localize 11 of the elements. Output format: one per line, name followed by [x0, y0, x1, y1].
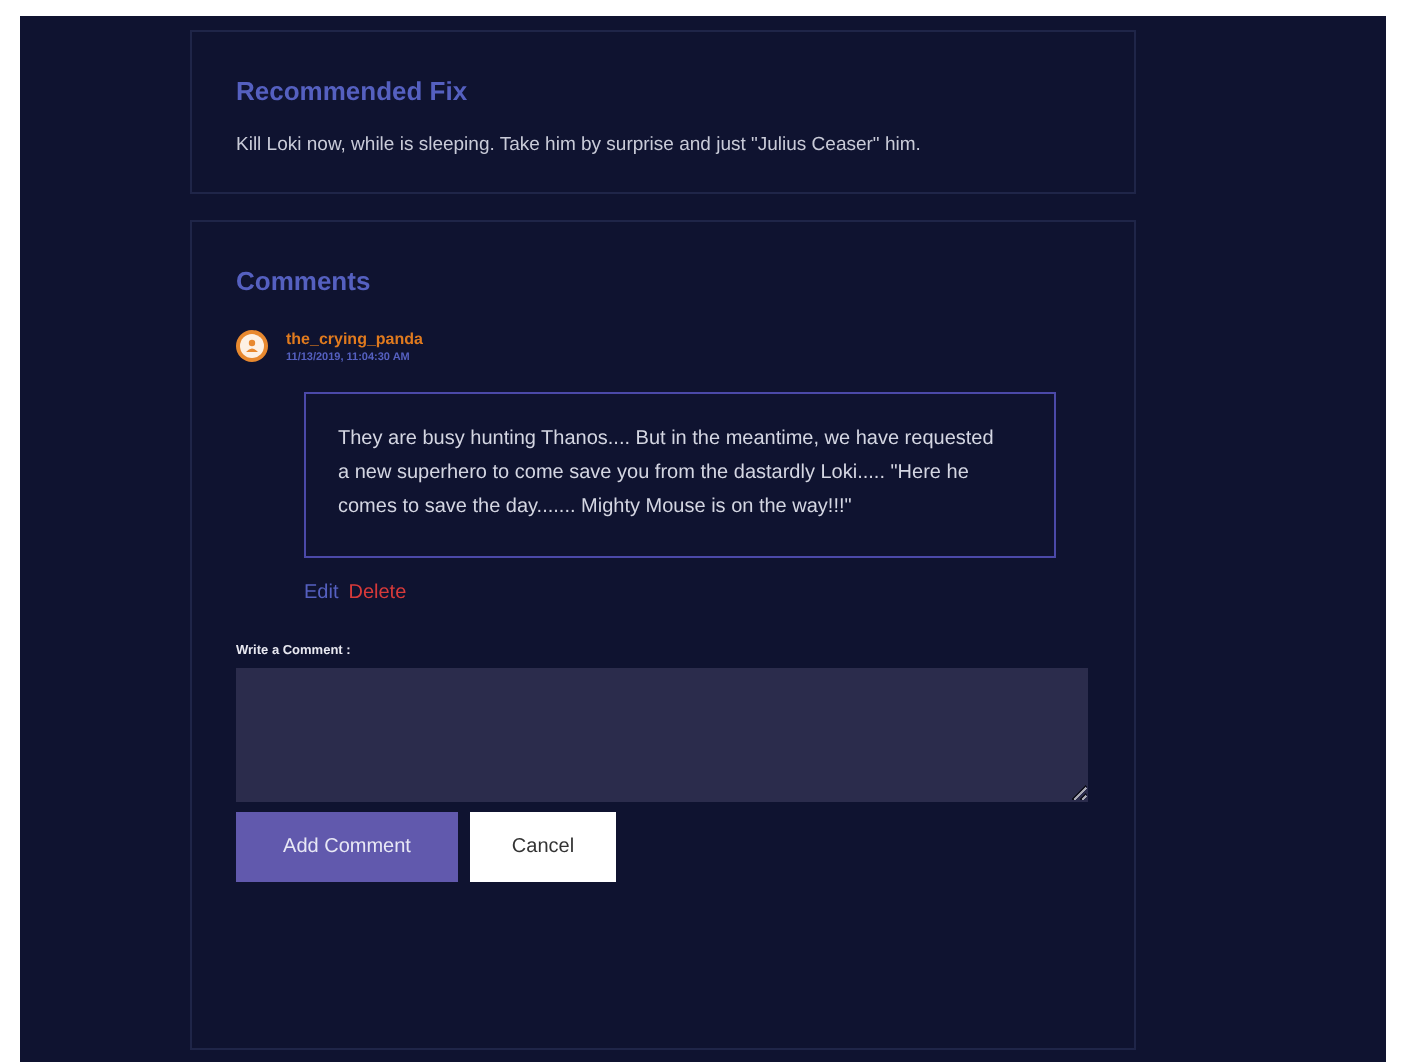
- section-title: Comments: [236, 266, 373, 296]
- delete-link[interactable]: Delete: [348, 582, 407, 604]
- add-comment-button[interactable]: Add Comment: [236, 812, 458, 882]
- comment-field[interactable]: [236, 668, 1088, 802]
- cancel-button[interactable]: Cancel: [470, 812, 616, 882]
- comment-author: the_crying_panda: [286, 330, 423, 348]
- avatar-icon: [236, 330, 268, 362]
- section-title: Recommended Fix: [236, 76, 470, 106]
- comment-text: They are busy hunting Thanos.... But in the meantime, we have requested a new superhero to come save you from the dastardly Loki..... "Here he comes to save the day....... Mighty Mouse is on the way!!!": [304, 392, 1056, 558]
- fix-text: Kill Loki now, while is sleeping. Take him by surprise and just "Julius Ceaser" him.: [236, 134, 923, 156]
- edit-link[interactable]: Edit: [304, 582, 339, 604]
